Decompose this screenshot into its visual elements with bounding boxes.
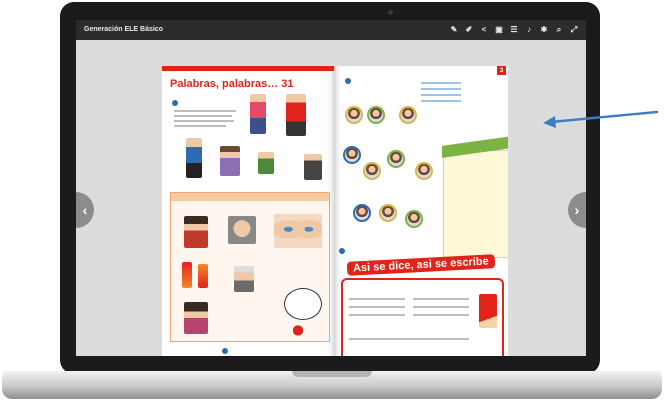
text-line — [174, 110, 236, 112]
photo-elderly-man — [234, 266, 254, 292]
pencil-mascot-icon — [479, 294, 497, 328]
family-member-photo — [399, 106, 417, 124]
pointer-arrow-icon — [543, 110, 659, 128]
next-page-button[interactable]: › — [568, 192, 586, 228]
reader-toolbar: ✎ ✐ < ▣ ☰ ♪ ✱ ⌕ ⤢ — [448, 23, 580, 36]
figure-tall — [182, 262, 192, 288]
family-member-photo — [379, 204, 397, 222]
laptop-screen: Generación ELE Básico ✎ ✐ < ▣ ☰ ♪ ✱ ⌕ ⤢ … — [76, 20, 586, 356]
laptop-notch — [292, 371, 372, 377]
reader-topbar: Generación ELE Básico ✎ ✐ < ▣ ☰ ♪ ✱ ⌕ ⤢ — [76, 20, 586, 40]
text-line — [349, 306, 405, 308]
wrench-icon[interactable]: ✱ — [538, 23, 550, 36]
app-title: Generación ELE Básico — [84, 26, 163, 33]
exercise-header — [172, 100, 178, 106]
section-title: Asi se dice, asi se escribe — [346, 254, 496, 276]
search-icon[interactable]: ⌕ — [553, 23, 565, 36]
info-sidebar-tab — [442, 136, 508, 158]
text-line — [174, 120, 234, 122]
lesson-title: Palabras, palabras… 31 — [170, 78, 294, 90]
illustration-person — [304, 154, 322, 180]
page-icon[interactable]: ▣ — [493, 23, 505, 36]
family-member-photo — [343, 146, 361, 164]
figure-short — [198, 264, 208, 288]
share-icon[interactable]: < — [478, 23, 490, 36]
mascot-icon — [292, 324, 304, 340]
legend-line — [421, 88, 461, 90]
stage: Generación ELE Básico ✎ ✐ < ▣ ☰ ♪ ✱ ⌕ ⤢ … — [0, 0, 664, 402]
exercise-header — [345, 78, 351, 84]
exercise-header — [222, 348, 228, 354]
prev-page-button[interactable]: ‹ — [76, 192, 94, 228]
illustration-man — [286, 94, 306, 136]
photo-woman — [184, 302, 208, 334]
legend-line — [421, 82, 461, 84]
text-line — [174, 125, 226, 127]
marker-icon[interactable]: ✐ — [463, 23, 475, 36]
illustration-person — [186, 138, 202, 178]
page-top-band — [162, 66, 334, 71]
family-member-photo — [405, 210, 423, 228]
family-member-photo — [415, 162, 433, 180]
list-icon[interactable]: ☰ — [508, 23, 520, 36]
info-sidebar — [442, 136, 508, 258]
exercise-number-icon — [339, 248, 345, 254]
reader-area: ‹ › Palabras, palabras… 31 3 Asi se dice… — [76, 40, 586, 356]
exercise-header — [339, 248, 345, 254]
illustration-child — [220, 146, 240, 176]
family-member-photo — [353, 204, 371, 222]
text-line — [174, 115, 232, 117]
legend-line — [421, 94, 461, 96]
illustration-woman — [250, 94, 266, 134]
page-badge: 3 — [497, 66, 506, 75]
exercise-number-icon — [172, 100, 178, 106]
left-page[interactable]: Palabras, palabras… 31 — [162, 66, 335, 356]
vocabulary-box-header — [171, 193, 329, 201]
legend-line — [421, 100, 461, 102]
text-line — [413, 306, 469, 308]
pencil-icon[interactable]: ✎ — [448, 23, 460, 36]
book-spread: Palabras, palabras… 31 3 Asi se dice, as… — [162, 66, 508, 356]
audio-icon[interactable]: ♪ — [523, 23, 535, 36]
family-member-photo — [367, 106, 385, 124]
family-member-photo — [363, 162, 381, 180]
text-line — [349, 338, 469, 340]
thought-bubble — [284, 288, 322, 320]
family-member-photo — [345, 106, 363, 124]
right-page[interactable]: 3 Asi se dice, asi se escribe — [335, 66, 508, 356]
text-line — [413, 314, 469, 316]
text-line — [349, 298, 405, 300]
webcam-icon — [388, 10, 393, 15]
illustration-person — [258, 152, 274, 174]
photo-person — [184, 216, 208, 248]
exercise-number-icon — [222, 348, 228, 354]
expand-icon[interactable]: ⤢ — [568, 23, 580, 36]
photo-glasses-man — [228, 216, 256, 244]
family-member-photo — [387, 150, 405, 168]
photo-eyes — [274, 214, 322, 248]
text-line — [349, 314, 405, 316]
text-line — [413, 298, 469, 300]
exercise-number-icon — [345, 78, 351, 84]
